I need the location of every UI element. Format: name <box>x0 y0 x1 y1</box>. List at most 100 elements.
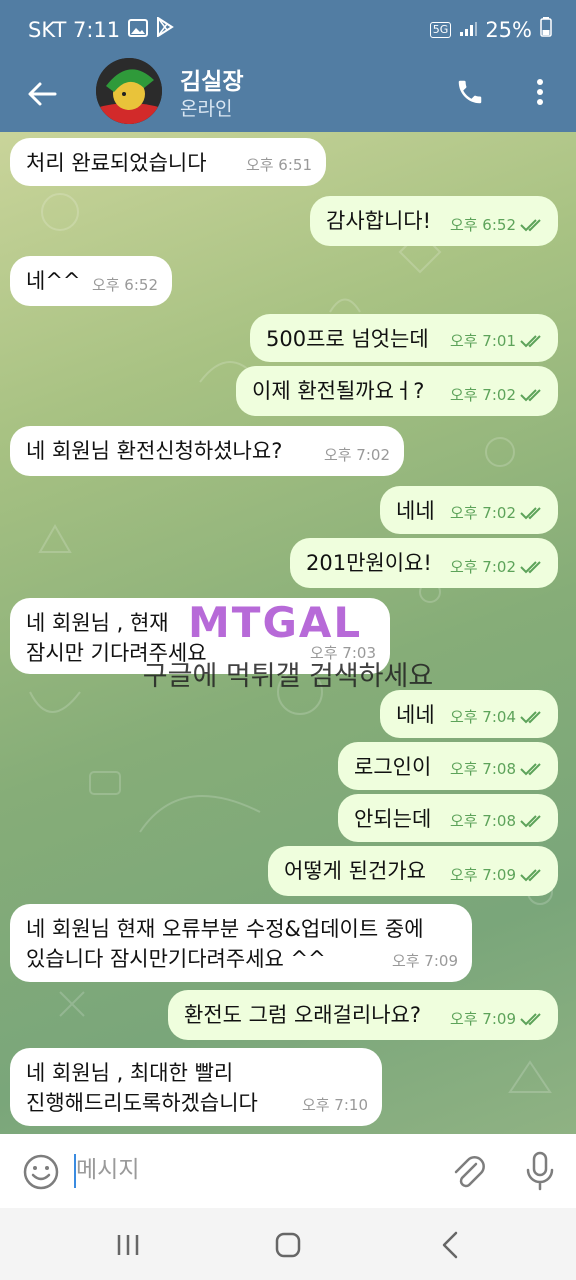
message-bubble-outgoing[interactable]: 환전도 그럼 오래걸리나요? 오후 7:09 <box>168 990 558 1040</box>
message-meta: 오후 7:09 <box>392 946 458 976</box>
message-bubble-outgoing[interactable]: 감사합니다! 오후 6:52 <box>310 196 558 246</box>
message-meta: 오후 7:02 <box>324 440 390 470</box>
message-time: 오후 7:02 <box>449 504 516 522</box>
message-bubble-incoming[interactable]: 네 회원님 환전신청하셨나요? 오후 7:02 <box>10 426 404 476</box>
gallery-icon <box>128 18 149 42</box>
double-check-icon <box>520 815 541 828</box>
message-text: 네네 <box>396 499 435 523</box>
message-time: 오후 6:52 <box>91 276 158 294</box>
message-text: 500프로 넘엇는데 <box>266 327 429 351</box>
nav-back-button[interactable] <box>430 1228 470 1262</box>
message-bubble-outgoing[interactable]: 네네 오후 7:02 <box>380 486 558 534</box>
message-text: 감사합니다! <box>326 209 432 233</box>
message-time: 오후 6:51 <box>245 156 312 174</box>
signal-icon <box>459 18 478 42</box>
more-options-button[interactable] <box>520 70 560 114</box>
message-time: 오후 7:10 <box>301 1096 368 1114</box>
message-meta: 오후 7:02 <box>450 552 544 582</box>
message-bubble-incoming[interactable]: 네 회원님 현재 오류부분 수정&업데이트 중에 있습니다 잠시만기다려주세요 … <box>10 904 472 982</box>
message-time: 오후 7:09 <box>449 1010 516 1028</box>
message-bubble-outgoing[interactable]: 네네 오후 7:04 <box>380 690 558 738</box>
message-text: 안되는데 <box>354 807 432 831</box>
attach-button[interactable] <box>450 1152 486 1192</box>
message-meta: 오후 7:08 <box>450 754 544 784</box>
double-check-icon <box>520 561 541 574</box>
back-arrow-icon <box>28 82 57 106</box>
message-text: 로그인이 <box>354 755 432 779</box>
message-text: 네 회원님 , 최대한 빨리 <box>26 1061 234 1085</box>
chat-area[interactable]: 처리 완료되었습니다 오후 6:51 감사합니다! 오후 6:52 네^^ 오후… <box>0 132 576 1134</box>
message-meta: 오후 7:09 <box>450 860 544 890</box>
message-meta: 오후 7:02 <box>450 498 544 528</box>
emoji-icon <box>23 1154 59 1190</box>
message-time: 오후 7:08 <box>449 812 516 830</box>
double-check-icon <box>520 711 541 724</box>
message-bubble-outgoing[interactable]: 201만원이요! 오후 7:02 <box>290 538 558 588</box>
contact-status: 온라인 <box>180 98 233 120</box>
message-meta: 오후 7:04 <box>450 702 544 732</box>
double-check-icon <box>520 219 541 232</box>
message-bubble-outgoing[interactable]: 로그인이 오후 7:08 <box>338 742 558 790</box>
message-bubble-incoming[interactable]: 네^^ 오후 6:52 <box>10 256 172 306</box>
paperclip-icon <box>454 1156 485 1188</box>
message-time: 오후 7:01 <box>449 332 516 350</box>
message-meta: 오후 7:09 <box>450 1004 544 1034</box>
message-text: 처리 완료되었습니다 <box>26 151 207 175</box>
play-store-icon <box>156 16 174 42</box>
message-time: 오후 7:09 <box>391 952 458 970</box>
message-text: 어떻게 된건가요 <box>284 859 426 883</box>
message-text: 네^^ <box>26 269 81 293</box>
message-meta: 오후 7:10 <box>302 1090 368 1120</box>
double-check-icon <box>520 507 541 520</box>
message-bubble-outgoing[interactable]: 안되는데 오후 7:08 <box>338 794 558 842</box>
double-check-icon <box>520 869 541 882</box>
avatar[interactable] <box>96 58 162 124</box>
message-meta: 오후 7:02 <box>450 380 544 410</box>
nav-back-icon <box>442 1231 458 1259</box>
message-meta: 오후 6:52 <box>92 270 158 300</box>
message-text: 네네 <box>396 703 435 727</box>
message-text-line2: 진행해드리도록하겠습니다 <box>26 1091 258 1115</box>
message-bubble-incoming[interactable]: 네 회원님 , 최대한 빨리 진행해드리도록하겠습니다 오후 7:10 <box>10 1048 382 1126</box>
battery-percent: 25% <box>485 17 532 42</box>
message-text: 네 회원님 환전신청하셨나요? <box>26 439 283 463</box>
more-vert-icon <box>537 79 543 105</box>
recent-apps-button[interactable] <box>108 1228 148 1262</box>
watermark-text: 구글에 먹튀갤 검색하세요 <box>142 661 434 692</box>
message-text: 201만원이요! <box>306 551 432 575</box>
double-check-icon <box>520 335 541 348</box>
message-bubble-outgoing[interactable]: 어떻게 된건가요 오후 7:09 <box>268 846 558 896</box>
message-input[interactable] <box>76 1148 436 1192</box>
chat-header: 김실장 온라인 <box>0 58 576 132</box>
message-time: 오후 7:02 <box>449 386 516 404</box>
message-meta: 오후 6:52 <box>450 210 544 240</box>
status-right: 5G 25% <box>429 17 552 42</box>
double-check-icon <box>520 1013 541 1026</box>
message-text: 네 회원님 현재 오류부분 수정&업데이트 중에 <box>26 917 424 941</box>
message-time: 오후 7:02 <box>449 558 516 576</box>
message-text: 이제 환전될까요ㅓ? <box>252 379 425 403</box>
message-bubble-incoming[interactable]: 처리 완료되었습니다 오후 6:51 <box>10 138 326 186</box>
message-time: 오후 6:52 <box>449 216 516 234</box>
phone-icon <box>458 80 482 104</box>
message-bubble-outgoing[interactable]: 500프로 넘엇는데 오후 7:01 <box>250 314 558 362</box>
carrier-time: SKT 7:11 <box>28 17 121 42</box>
message-bubble-outgoing[interactable]: 이제 환전될까요ㅓ? 오후 7:02 <box>236 366 558 416</box>
status-bar: SKT 7:11 5G 25% <box>0 0 576 60</box>
home-button[interactable] <box>268 1228 308 1262</box>
watermark-logo: MTGAL <box>188 598 363 647</box>
message-meta: 오후 7:01 <box>450 326 544 356</box>
message-time: 오후 7:09 <box>449 866 516 884</box>
emoji-button[interactable] <box>22 1153 60 1191</box>
microphone-button[interactable] <box>522 1150 558 1192</box>
message-text-line2: 있습니다 잠시만기다려주세요 ^^ <box>26 947 326 971</box>
message-meta: 오후 7:08 <box>450 806 544 836</box>
double-check-icon <box>520 763 541 776</box>
call-button[interactable] <box>448 70 492 114</box>
back-button[interactable] <box>18 70 66 118</box>
message-time: 오후 7:04 <box>449 708 516 726</box>
status-left: SKT 7:11 <box>28 16 174 42</box>
microphone-icon <box>526 1151 554 1191</box>
system-nav-bar <box>0 1208 576 1280</box>
message-time: 오후 7:02 <box>323 446 390 464</box>
